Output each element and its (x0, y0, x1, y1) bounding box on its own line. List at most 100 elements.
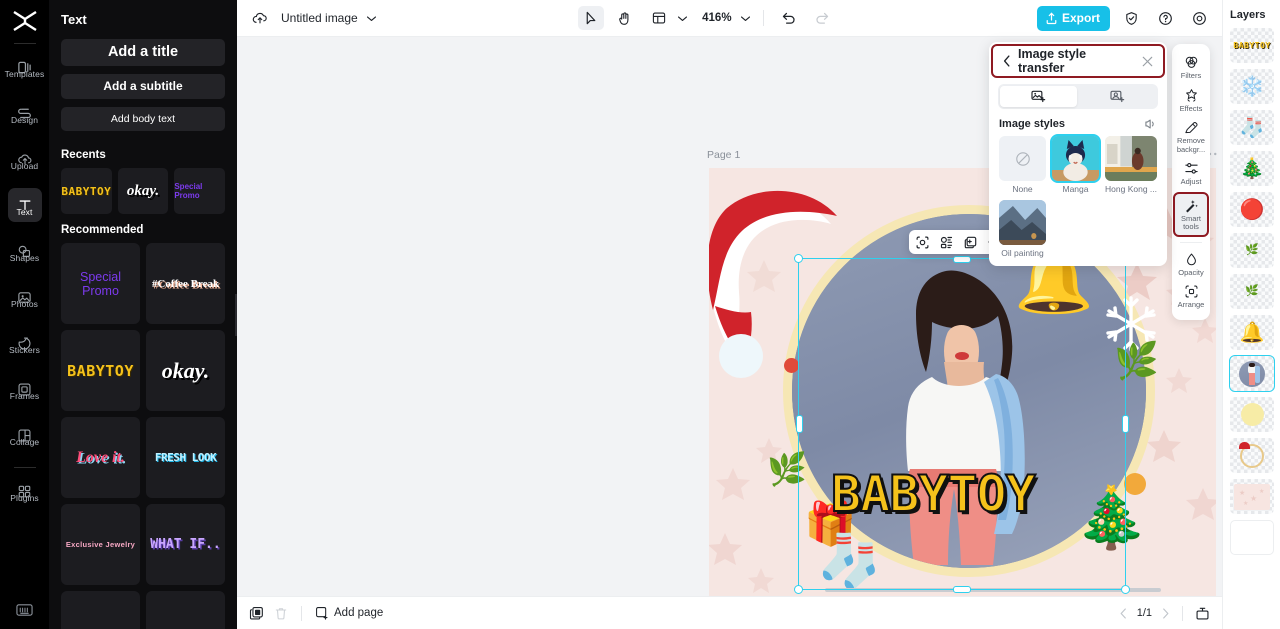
sidebar-item-design[interactable]: Design (8, 96, 42, 130)
remove-background-icon[interactable] (940, 236, 953, 249)
layer-item-text-babytoy[interactable]: BABYTOY (1230, 28, 1274, 63)
timeline-icon[interactable] (1195, 606, 1210, 621)
style-option-hong-kong[interactable]: Hong Kong ... (1105, 136, 1157, 194)
recents-heading: Recents (61, 149, 106, 161)
style-option-oil-painting[interactable]: Oil painting (999, 200, 1046, 258)
cursor-select-icon[interactable] (578, 6, 605, 30)
list-item[interactable]: FRESH LOOK (146, 417, 225, 498)
style-label: Hong Kong ... (1105, 184, 1157, 194)
sidebar-item-photos[interactable]: Photos (8, 280, 42, 314)
sidebar-item-label: Photos (10, 299, 39, 309)
app-root: Templates Design Upload Text Shapes Phot… (0, 0, 1280, 629)
add-page-button[interactable]: Add page (315, 606, 383, 620)
capcut-logo-icon[interactable] (8, 6, 42, 36)
tab-image-style[interactable] (1000, 86, 1077, 107)
layer-item-portrait-photo[interactable] (1229, 355, 1275, 392)
copy-page-icon[interactable] (249, 606, 264, 621)
hand-pan-icon[interactable] (612, 6, 638, 30)
list-item[interactable]: Special Promo (61, 243, 140, 324)
layer-item-star-pattern[interactable]: ★ ★ ★ ★ (1230, 479, 1274, 514)
shield-check-icon[interactable] (1118, 6, 1144, 30)
sidebar-item-plugins[interactable]: Plugins (8, 474, 42, 508)
list-item[interactable]: Exclusive Jewelry (61, 504, 140, 585)
tool-smart-tools[interactable]: Smart tools (1173, 191, 1209, 237)
layer-item-holly-2[interactable]: 🌿 (1230, 274, 1274, 309)
document-title[interactable]: Untitled image (281, 11, 358, 25)
layout-dropdown-chevron-down-icon[interactable] (677, 15, 688, 22)
tool-rail-divider (1180, 241, 1202, 243)
tool-effects[interactable]: Effects (1172, 84, 1210, 117)
tool-filters[interactable]: Filters (1172, 51, 1210, 84)
export-button[interactable]: Export (1036, 5, 1110, 31)
list-item[interactable] (146, 591, 225, 629)
cutout-select-icon[interactable] (916, 236, 929, 249)
help-circle-icon[interactable] (1152, 6, 1178, 30)
tool-arrange[interactable]: Arrange (1172, 280, 1210, 313)
layer-item-holly-1[interactable]: 🌿 (1230, 233, 1274, 268)
layer-item-bells[interactable]: 🔔 (1230, 315, 1274, 350)
tool-adjust[interactable]: Adjust (1172, 157, 1210, 190)
selection-bounding-box[interactable] (794, 254, 1130, 594)
next-page-chevron-right-icon[interactable] (1161, 607, 1170, 619)
layer-item-christmas-tree[interactable]: 🎄 (1230, 151, 1274, 186)
list-item[interactable]: Love it. (61, 417, 140, 498)
chevron-down-icon[interactable] (366, 15, 377, 22)
resize-handle-bottom[interactable] (953, 585, 971, 593)
style-option-manga[interactable]: Manga (1049, 134, 1102, 194)
layer-item-yellow-circle[interactable] (1230, 397, 1274, 432)
layout-grid-icon[interactable] (646, 6, 672, 30)
layer-thumb-text: BABYTOY (1233, 41, 1271, 50)
zoom-level[interactable]: 416% (702, 12, 731, 24)
list-item[interactable]: okay. (146, 330, 225, 411)
trash-icon[interactable] (274, 606, 288, 621)
list-item[interactable]: okay. (117, 168, 169, 214)
sidebar-item-frames[interactable]: Frames (8, 372, 42, 406)
settings-gear-icon[interactable] (1186, 6, 1212, 30)
portrait-thumbnail (1239, 360, 1265, 387)
image-styles-label: Image styles (999, 118, 1066, 130)
add-subtitle-button[interactable]: Add a subtitle (61, 74, 225, 99)
layer-item-ring-frame[interactable] (1230, 438, 1274, 473)
resize-handle-bottom-right[interactable] (1121, 585, 1130, 594)
redo-icon[interactable] (810, 6, 836, 30)
sidebar-item-templates[interactable]: Templates (5, 50, 44, 84)
tool-opacity[interactable]: Opacity (1172, 248, 1210, 281)
layer-item-background[interactable] (1230, 520, 1274, 555)
style-option-none[interactable]: None (999, 136, 1046, 194)
close-icon[interactable] (1142, 56, 1153, 67)
tab-portrait-style[interactable] (1079, 86, 1156, 107)
add-body-text-button[interactable]: Add body text (61, 107, 225, 131)
list-item[interactable]: BABYTOY (61, 330, 140, 411)
layer-item-stocking[interactable]: 🧦 (1230, 110, 1274, 145)
prev-page-chevron-left-icon[interactable] (1119, 607, 1128, 619)
list-item[interactable]: #Coffee Break (146, 243, 225, 324)
keyboard-shortcuts-icon[interactable] (0, 603, 49, 617)
duplicate-icon[interactable] (964, 236, 977, 249)
red-ornament-icon: 🔴 (1239, 198, 1265, 221)
resize-handle-bottom-left[interactable] (794, 585, 803, 594)
rail-divider-2 (13, 467, 36, 468)
resize-handle-right[interactable] (1121, 415, 1129, 433)
cloud-sync-icon[interactable] (247, 6, 273, 30)
panel-collapse-handle[interactable] (235, 293, 237, 336)
zoom-dropdown-chevron-down-icon[interactable] (740, 15, 751, 22)
layer-item-red-ornament[interactable]: 🔴 (1230, 192, 1274, 227)
compare-toggle-icon[interactable] (1145, 118, 1157, 130)
add-title-button[interactable]: Add a title (61, 39, 225, 66)
resize-handle-left[interactable] (795, 415, 803, 433)
layer-item-snowflake[interactable]: ❄️ (1230, 69, 1274, 104)
sidebar-item-collage[interactable]: Collage (8, 418, 42, 452)
undo-icon[interactable] (776, 6, 802, 30)
list-item[interactable]: WHAT IF.. (146, 504, 225, 585)
list-item[interactable]: BABYTOY (61, 168, 112, 214)
sidebar-item-upload[interactable]: Upload (8, 142, 42, 176)
sidebar-item-stickers[interactable]: Stickers (8, 326, 42, 360)
back-chevron-left-icon[interactable] (1003, 55, 1011, 67)
resize-handle-top-left[interactable] (794, 254, 803, 263)
sidebar-item-text[interactable]: Text (7, 188, 42, 222)
list-item[interactable]: Special Promo (174, 168, 226, 214)
list-item[interactable] (61, 591, 140, 629)
resize-handle-top[interactable] (953, 255, 971, 263)
tool-remove-background[interactable]: Remove backgr... (1172, 116, 1210, 157)
sidebar-item-shapes[interactable]: Shapes (8, 234, 42, 268)
